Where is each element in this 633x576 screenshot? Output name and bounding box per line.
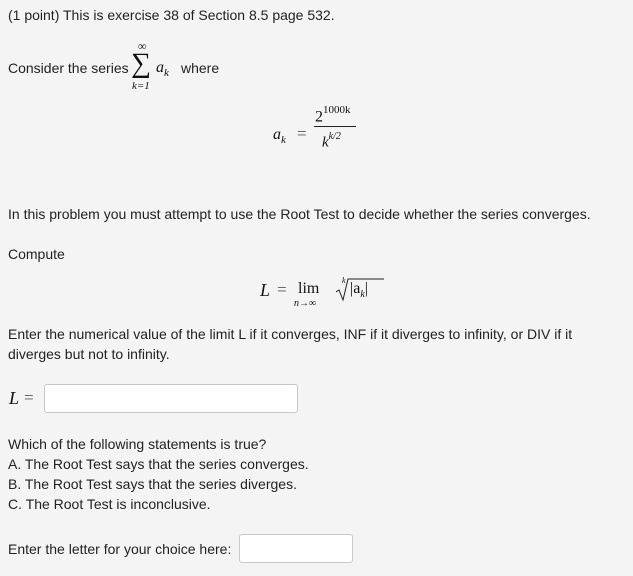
ak-fraction: 21000k kk/2 (314, 100, 356, 151)
choice-answer-input[interactable] (239, 534, 353, 563)
limit-instruction-line1: Enter the numerical value of the limit L… (8, 326, 573, 342)
limit-answer-input[interactable] (44, 384, 298, 413)
compute-label: Compute (8, 246, 65, 262)
radicand: |ak| (350, 280, 368, 301)
instruction-text: In this problem you must attempt to use … (8, 206, 591, 222)
question-prompt: Which of the following statements is tru… (8, 436, 267, 452)
fraction-bar (314, 126, 356, 127)
fraction-denominator: kk/2 (322, 131, 341, 151)
lim-operator: lim (298, 280, 320, 297)
answer-L-equals: = (24, 388, 34, 407)
series-intro-text: Consider the series (8, 60, 129, 76)
option-b: B. The Root Test says that the series di… (8, 476, 297, 492)
lim-subscript: n→∞ (294, 298, 317, 309)
problem-header: (1 point) This is exercise 38 of Section… (8, 7, 335, 23)
limit-lhs: L (260, 280, 271, 300)
limit-instruction-line2: diverges but not to infinity. (8, 346, 170, 362)
series-intro-suffix: where (181, 60, 220, 76)
option-c: C. The Root Test is inconclusive. (8, 496, 211, 512)
limit-formula: L = lim n→∞ k |ak| (260, 276, 390, 312)
choice-label: Enter the letter for your choice here: (8, 541, 232, 557)
equals-sign: = (297, 124, 307, 143)
series-term: ak (156, 59, 169, 79)
ak-lhs: ak (273, 126, 286, 146)
sum-notation: ∞ ∑ k=1 (129, 40, 155, 94)
sum-lower-limit: k=1 (132, 80, 150, 92)
fraction-numerator: 21000k (315, 104, 351, 126)
option-a: A. The Root Test says that the series co… (8, 456, 309, 472)
sigma-symbol: ∑ (131, 48, 151, 79)
answer-L-label: L (9, 388, 20, 408)
limit-equals: = (277, 280, 287, 299)
